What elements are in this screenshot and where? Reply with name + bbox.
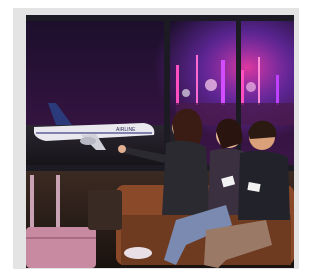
carry-bag xyxy=(88,190,122,230)
airport-lounge-photo: AIRLINE xyxy=(26,15,294,268)
plane-livery-text: AIRLINE xyxy=(116,127,136,133)
shoe xyxy=(124,247,152,259)
